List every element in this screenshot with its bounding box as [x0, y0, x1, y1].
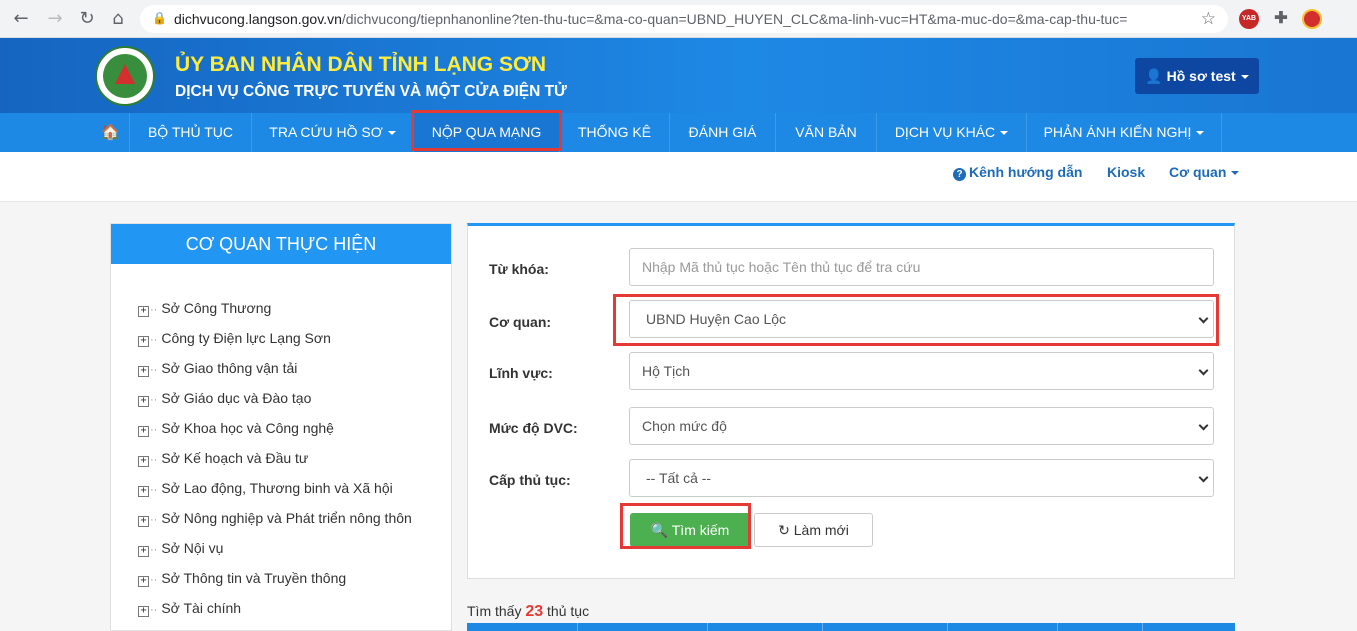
tree-item[interactable]: + ·· Sở Kế hoạch và Đầu tư: [138, 450, 308, 467]
province-logo[interactable]: [95, 46, 155, 106]
expand-plus-icon[interactable]: +: [138, 336, 149, 347]
expand-plus-icon[interactable]: +: [138, 546, 149, 557]
tree-item[interactable]: + ·· Sở Khoa học và Công nghệ: [138, 420, 334, 437]
nav-item-tra-cuu-ho-so[interactable]: TRA CỨU HỒ SƠ: [252, 113, 414, 152]
nav-item-phan-anh-kien-nghi[interactable]: PHẢN ÁNH KIẾN NGHỊ: [1027, 113, 1222, 152]
level-label: Mức độ DVC:: [489, 420, 578, 436]
reset-button[interactable]: ↻ Làm mới: [754, 513, 873, 547]
tree-item[interactable]: + ·· Sở Thông tin và Truyền thông: [138, 570, 346, 587]
agency-tree-title: CƠ QUAN THỰC HIỆN: [111, 224, 451, 264]
url-path: /dichvucong/tiepnhanonline?ten-thu-tuc=&…: [341, 11, 1128, 27]
tree-item[interactable]: + ·· Sở Tài chính: [138, 600, 241, 617]
home-icon[interactable]: ⌂: [107, 8, 129, 30]
extension-yab-icon[interactable]: YAB: [1239, 9, 1259, 29]
address-bar[interactable]: 🔒 dichvucong.langson.gov.vn/dichvucong/t…: [140, 5, 1228, 33]
expand-plus-icon[interactable]: +: [138, 456, 149, 467]
back-icon[interactable]: ←: [10, 8, 32, 30]
browser-toolbar: ← → ↻ ⌂ 🔒 dichvucong.langson.gov.vn/dich…: [0, 0, 1357, 38]
field-label: Lĩnh vực:: [489, 365, 553, 381]
chevron-down-icon: [1198, 365, 1209, 376]
agency-label: Cơ quan:: [489, 314, 552, 330]
chevron-down-icon: [1196, 131, 1205, 136]
keyword-label: Từ khóa:: [489, 261, 549, 277]
tree-item[interactable]: + ·· Sở Công Thương: [138, 300, 271, 317]
nav-home-icon[interactable]: 🏠: [92, 113, 130, 152]
reload-icon[interactable]: ↻: [76, 8, 98, 30]
results-table-header: [467, 623, 1235, 631]
chevron-down-icon: [1198, 313, 1209, 324]
site-subtitle: DỊCH VỤ CÔNG TRỰC TUYẾN VÀ MỘT CỬA ĐIỆN …: [175, 83, 567, 100]
logo-mountain-icon: [115, 64, 135, 84]
expand-plus-icon[interactable]: +: [138, 516, 149, 527]
nav-item-nop-qua-mang[interactable]: NỘP QUA MẠNG: [414, 113, 560, 152]
expand-plus-icon[interactable]: +: [138, 576, 149, 587]
chevron-down-icon: [387, 131, 396, 136]
profile-menu-button[interactable]: 👤 Hồ sơ test: [1135, 58, 1259, 94]
chevron-down-icon: [1198, 420, 1209, 431]
search-icon: 🔍: [650, 522, 669, 538]
result-count: 23: [525, 603, 544, 620]
site-title: ỦY BAN NHÂN DÂN TỈNH LẠNG SƠN: [175, 53, 547, 76]
expand-plus-icon[interactable]: +: [138, 606, 149, 617]
utility-bar: ? Kênh hướng dẫn Kiosk Cơ quan: [0, 152, 1357, 202]
tier-select[interactable]: -- Tất cả --: [629, 459, 1214, 497]
main-nav: 🏠 BỘ THỦ TỤC TRA CỨU HỒ SƠ NỘP QUA MẠNG …: [0, 113, 1357, 152]
tree-item[interactable]: + ·· Sở Nông nghiệp và Phát triển nông thô…: [138, 510, 412, 527]
chevron-down-icon: [1000, 131, 1009, 136]
search-form-panel: Từ khóa: Nhập Mã thủ tục hoặc Tên thủ tụ…: [467, 223, 1235, 579]
refresh-icon: ↻: [778, 522, 790, 538]
site-header: ỦY BAN NHÂN DÂN TỈNH LẠNG SƠN DỊCH VỤ CÔ…: [0, 38, 1357, 113]
user-icon: 👤: [1145, 68, 1163, 84]
expand-plus-icon[interactable]: +: [138, 396, 149, 407]
guide-link[interactable]: ? Kênh hướng dẫn: [953, 164, 1082, 181]
tree-item[interactable]: + ·· Công ty Điện lực Lạng Sơn: [138, 330, 331, 347]
agency-select[interactable]: UBND Huyện Cao Lộc: [629, 300, 1214, 338]
forward-icon[interactable]: →: [44, 8, 66, 30]
lock-icon: 🔒: [152, 11, 167, 25]
nav-item-dich-vu-khac[interactable]: DỊCH VỤ KHÁC: [877, 113, 1027, 152]
nav-item-bo-thu-tuc[interactable]: BỘ THỦ TỤC: [130, 113, 252, 152]
tree-item[interactable]: + ·· Sở Lao động, Thương binh và Xã hội: [138, 480, 393, 497]
url-host: dichvucong.langson.gov.vn: [174, 11, 342, 27]
agency-tree-panel: CƠ QUAN THỰC HIỆN + ·· Sở Công Thương + ·· C…: [110, 223, 452, 631]
nav-item-thong-ke[interactable]: THỐNG KÊ: [560, 113, 670, 152]
nav-item-van-ban[interactable]: VĂN BẢN: [776, 113, 877, 152]
chevron-down-icon: [1240, 75, 1249, 80]
field-select[interactable]: Hộ Tịch: [629, 352, 1214, 390]
result-count-text: Tìm thấy 23 thủ tục: [467, 603, 590, 620]
tier-label: Cấp thủ tục:: [489, 472, 571, 488]
extensions-puzzle-icon[interactable]: ✚: [1271, 9, 1291, 29]
agency-dropdown-link[interactable]: Cơ quan: [1169, 164, 1240, 180]
expand-plus-icon[interactable]: +: [138, 306, 149, 317]
kiosk-link[interactable]: Kiosk: [1107, 164, 1145, 180]
tree-item[interactable]: + ·· Sở Nội vụ: [138, 540, 223, 557]
question-circle-icon: ?: [953, 168, 966, 181]
profile-avatar-icon[interactable]: [1302, 9, 1322, 29]
expand-plus-icon[interactable]: +: [138, 486, 149, 497]
expand-plus-icon[interactable]: +: [138, 366, 149, 377]
bookmark-star-icon[interactable]: ☆: [1201, 9, 1216, 29]
keyword-input[interactable]: Nhập Mã thủ tục hoặc Tên thủ tục để tra …: [629, 248, 1214, 286]
tree-item[interactable]: + ·· Sở Giao thông vận tải: [138, 360, 297, 377]
level-select[interactable]: Chọn mức độ: [629, 407, 1214, 445]
chevron-down-icon: [1231, 171, 1240, 176]
chevron-down-icon: [1198, 472, 1209, 483]
search-button[interactable]: 🔍 Tìm kiếm: [630, 513, 750, 547]
tree-item[interactable]: + ·· Sở Giáo dục và Đào tạo: [138, 390, 311, 407]
expand-plus-icon[interactable]: +: [138, 426, 149, 437]
profile-label: Hồ sơ test: [1166, 68, 1236, 84]
nav-item-danh-gia[interactable]: ĐÁNH GIÁ: [670, 113, 776, 152]
